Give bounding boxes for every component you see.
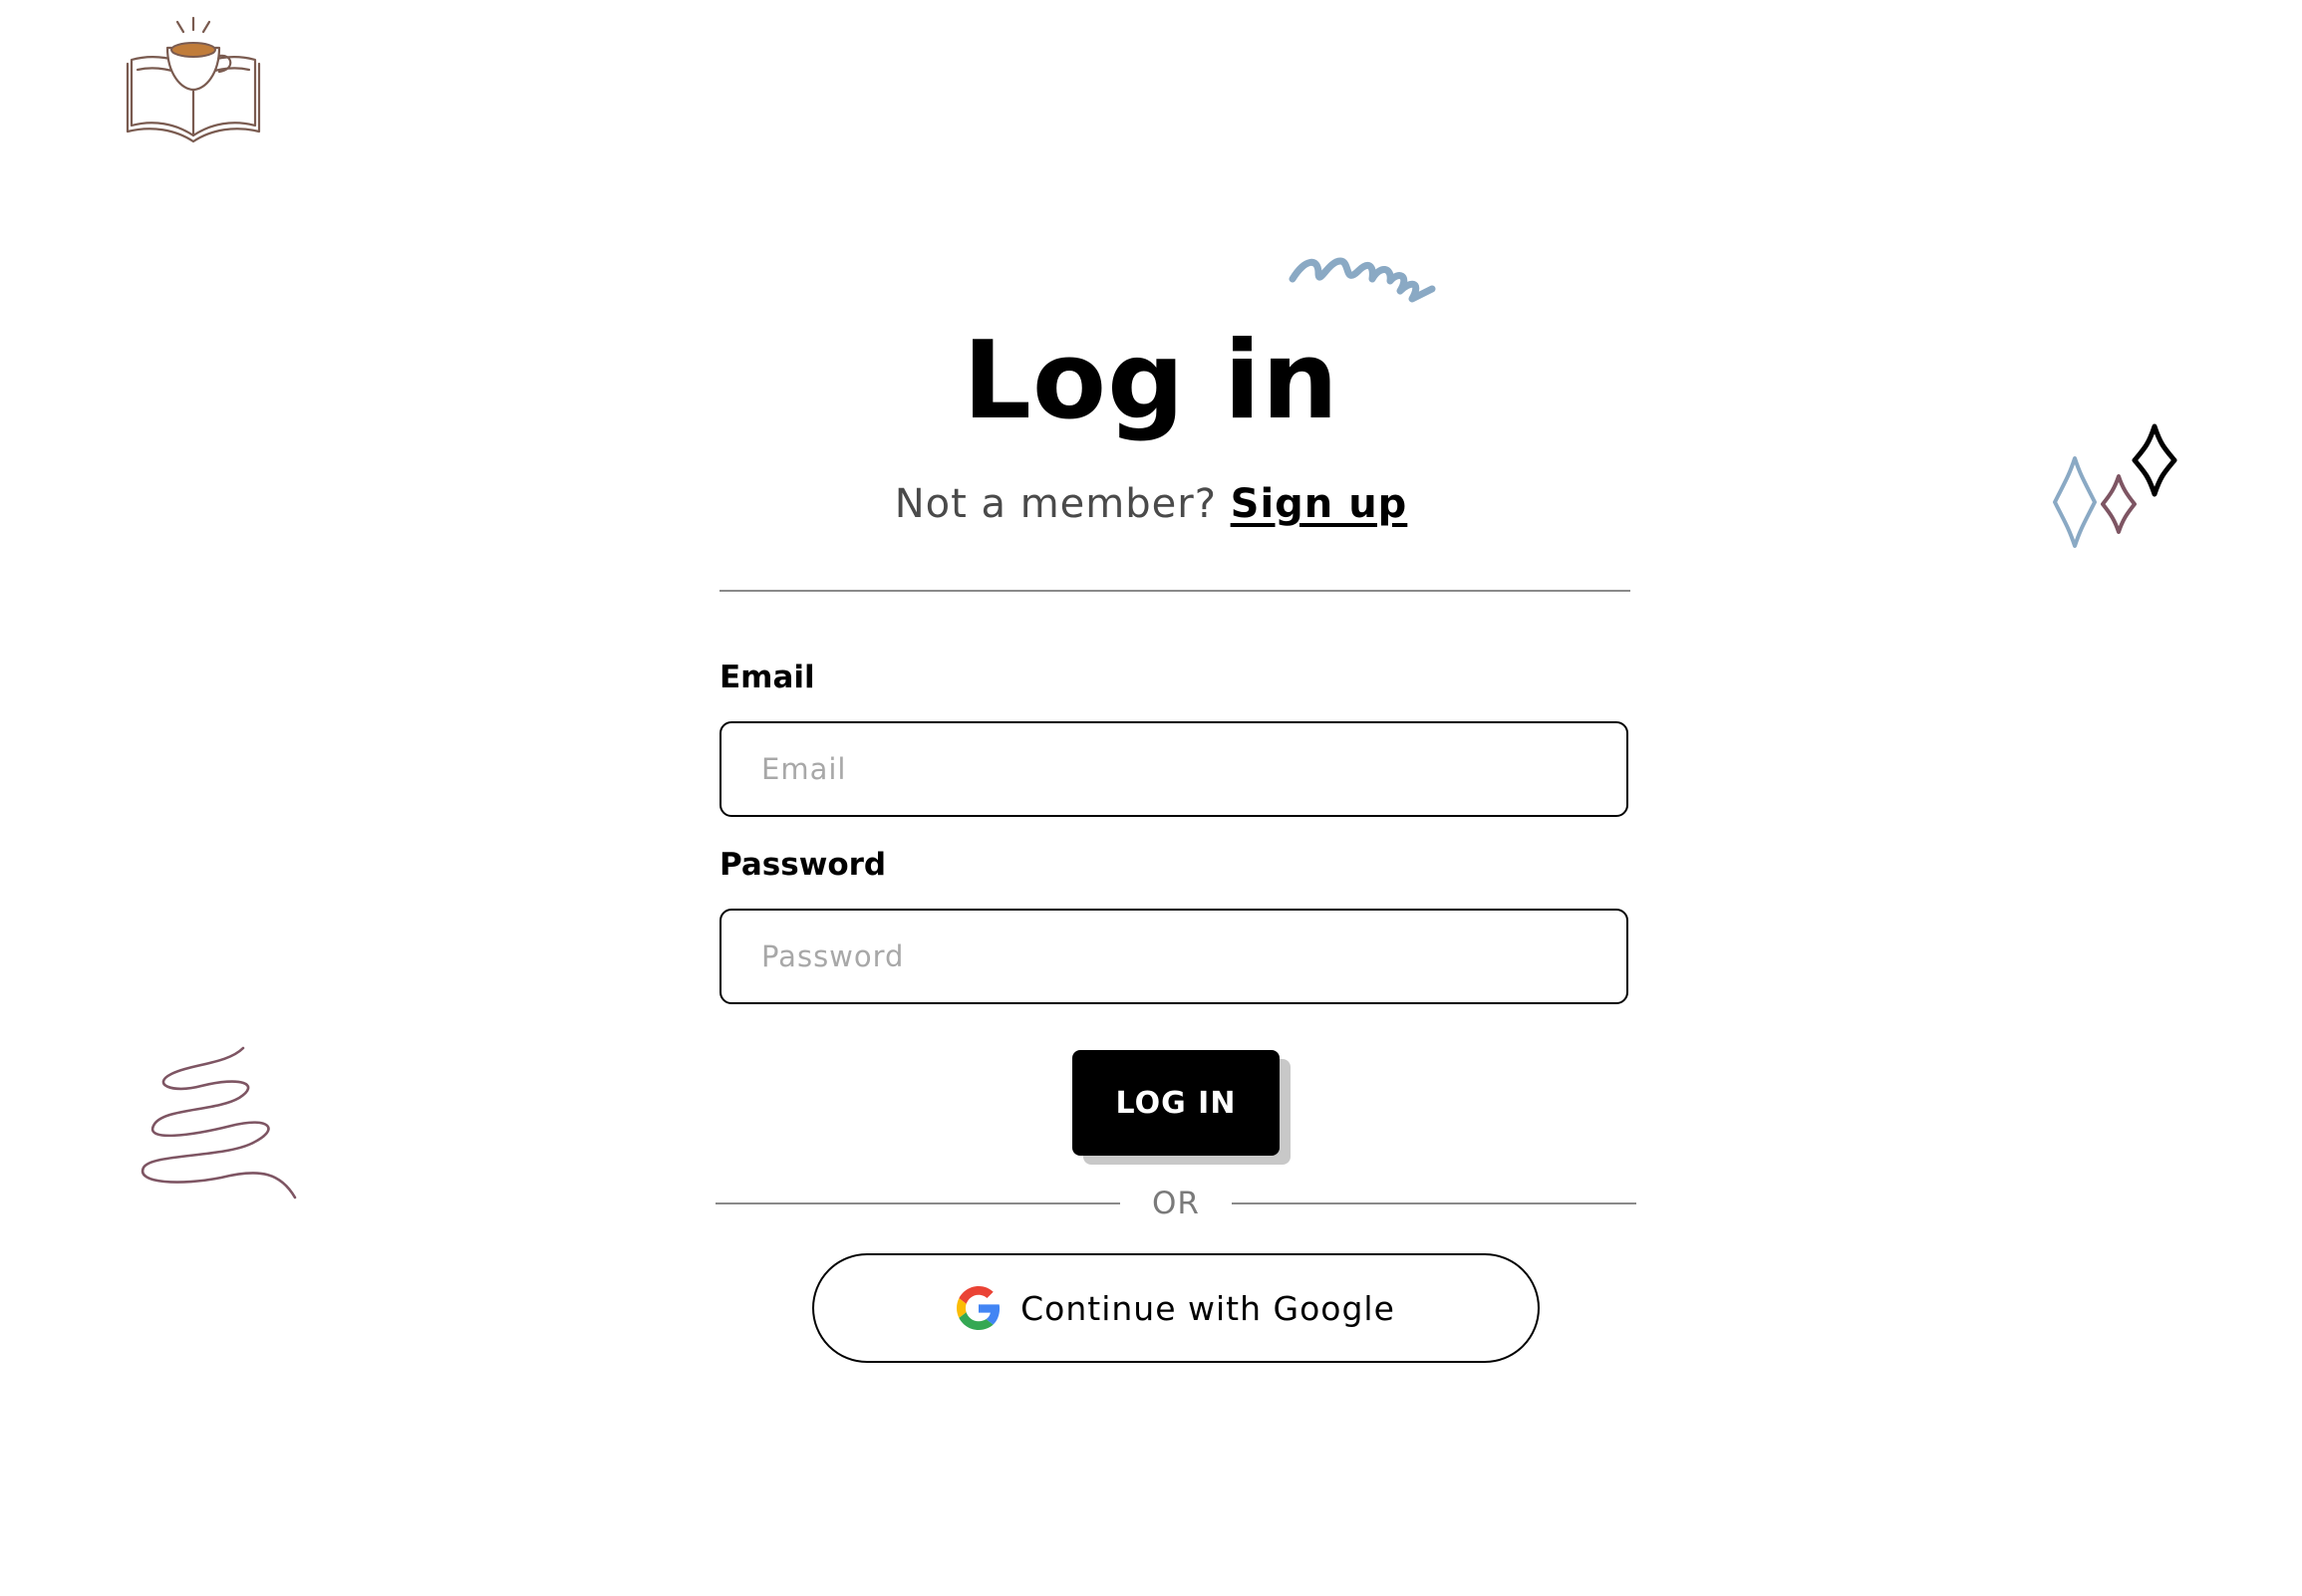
- or-divider-right: [1232, 1202, 1636, 1204]
- email-label: Email: [719, 660, 815, 695]
- book-coffee-icon: [126, 16, 261, 143]
- email-field[interactable]: [719, 721, 1628, 817]
- google-icon: [957, 1286, 1001, 1330]
- signup-link[interactable]: Sign up: [1231, 481, 1408, 527]
- logo[interactable]: [124, 14, 263, 147]
- password-field[interactable]: [719, 909, 1628, 1004]
- or-divider-left: [716, 1202, 1120, 1204]
- divider: [719, 590, 1630, 592]
- login-button[interactable]: LOG IN: [1072, 1050, 1280, 1156]
- google-button-label: Continue with Google: [1020, 1288, 1395, 1328]
- continue-with-google-button[interactable]: Continue with Google: [812, 1253, 1540, 1363]
- password-label: Password: [719, 847, 887, 883]
- signup-prompt: Not a member? Sign up: [0, 476, 2302, 532]
- or-divider-text: OR: [1152, 1186, 1200, 1221]
- spiral-scribble-icon: [132, 1044, 301, 1203]
- signup-prompt-text: Not a member?: [894, 481, 1217, 527]
- squiggle-icon: [1289, 251, 1438, 323]
- page-title: Log in: [963, 319, 1339, 443]
